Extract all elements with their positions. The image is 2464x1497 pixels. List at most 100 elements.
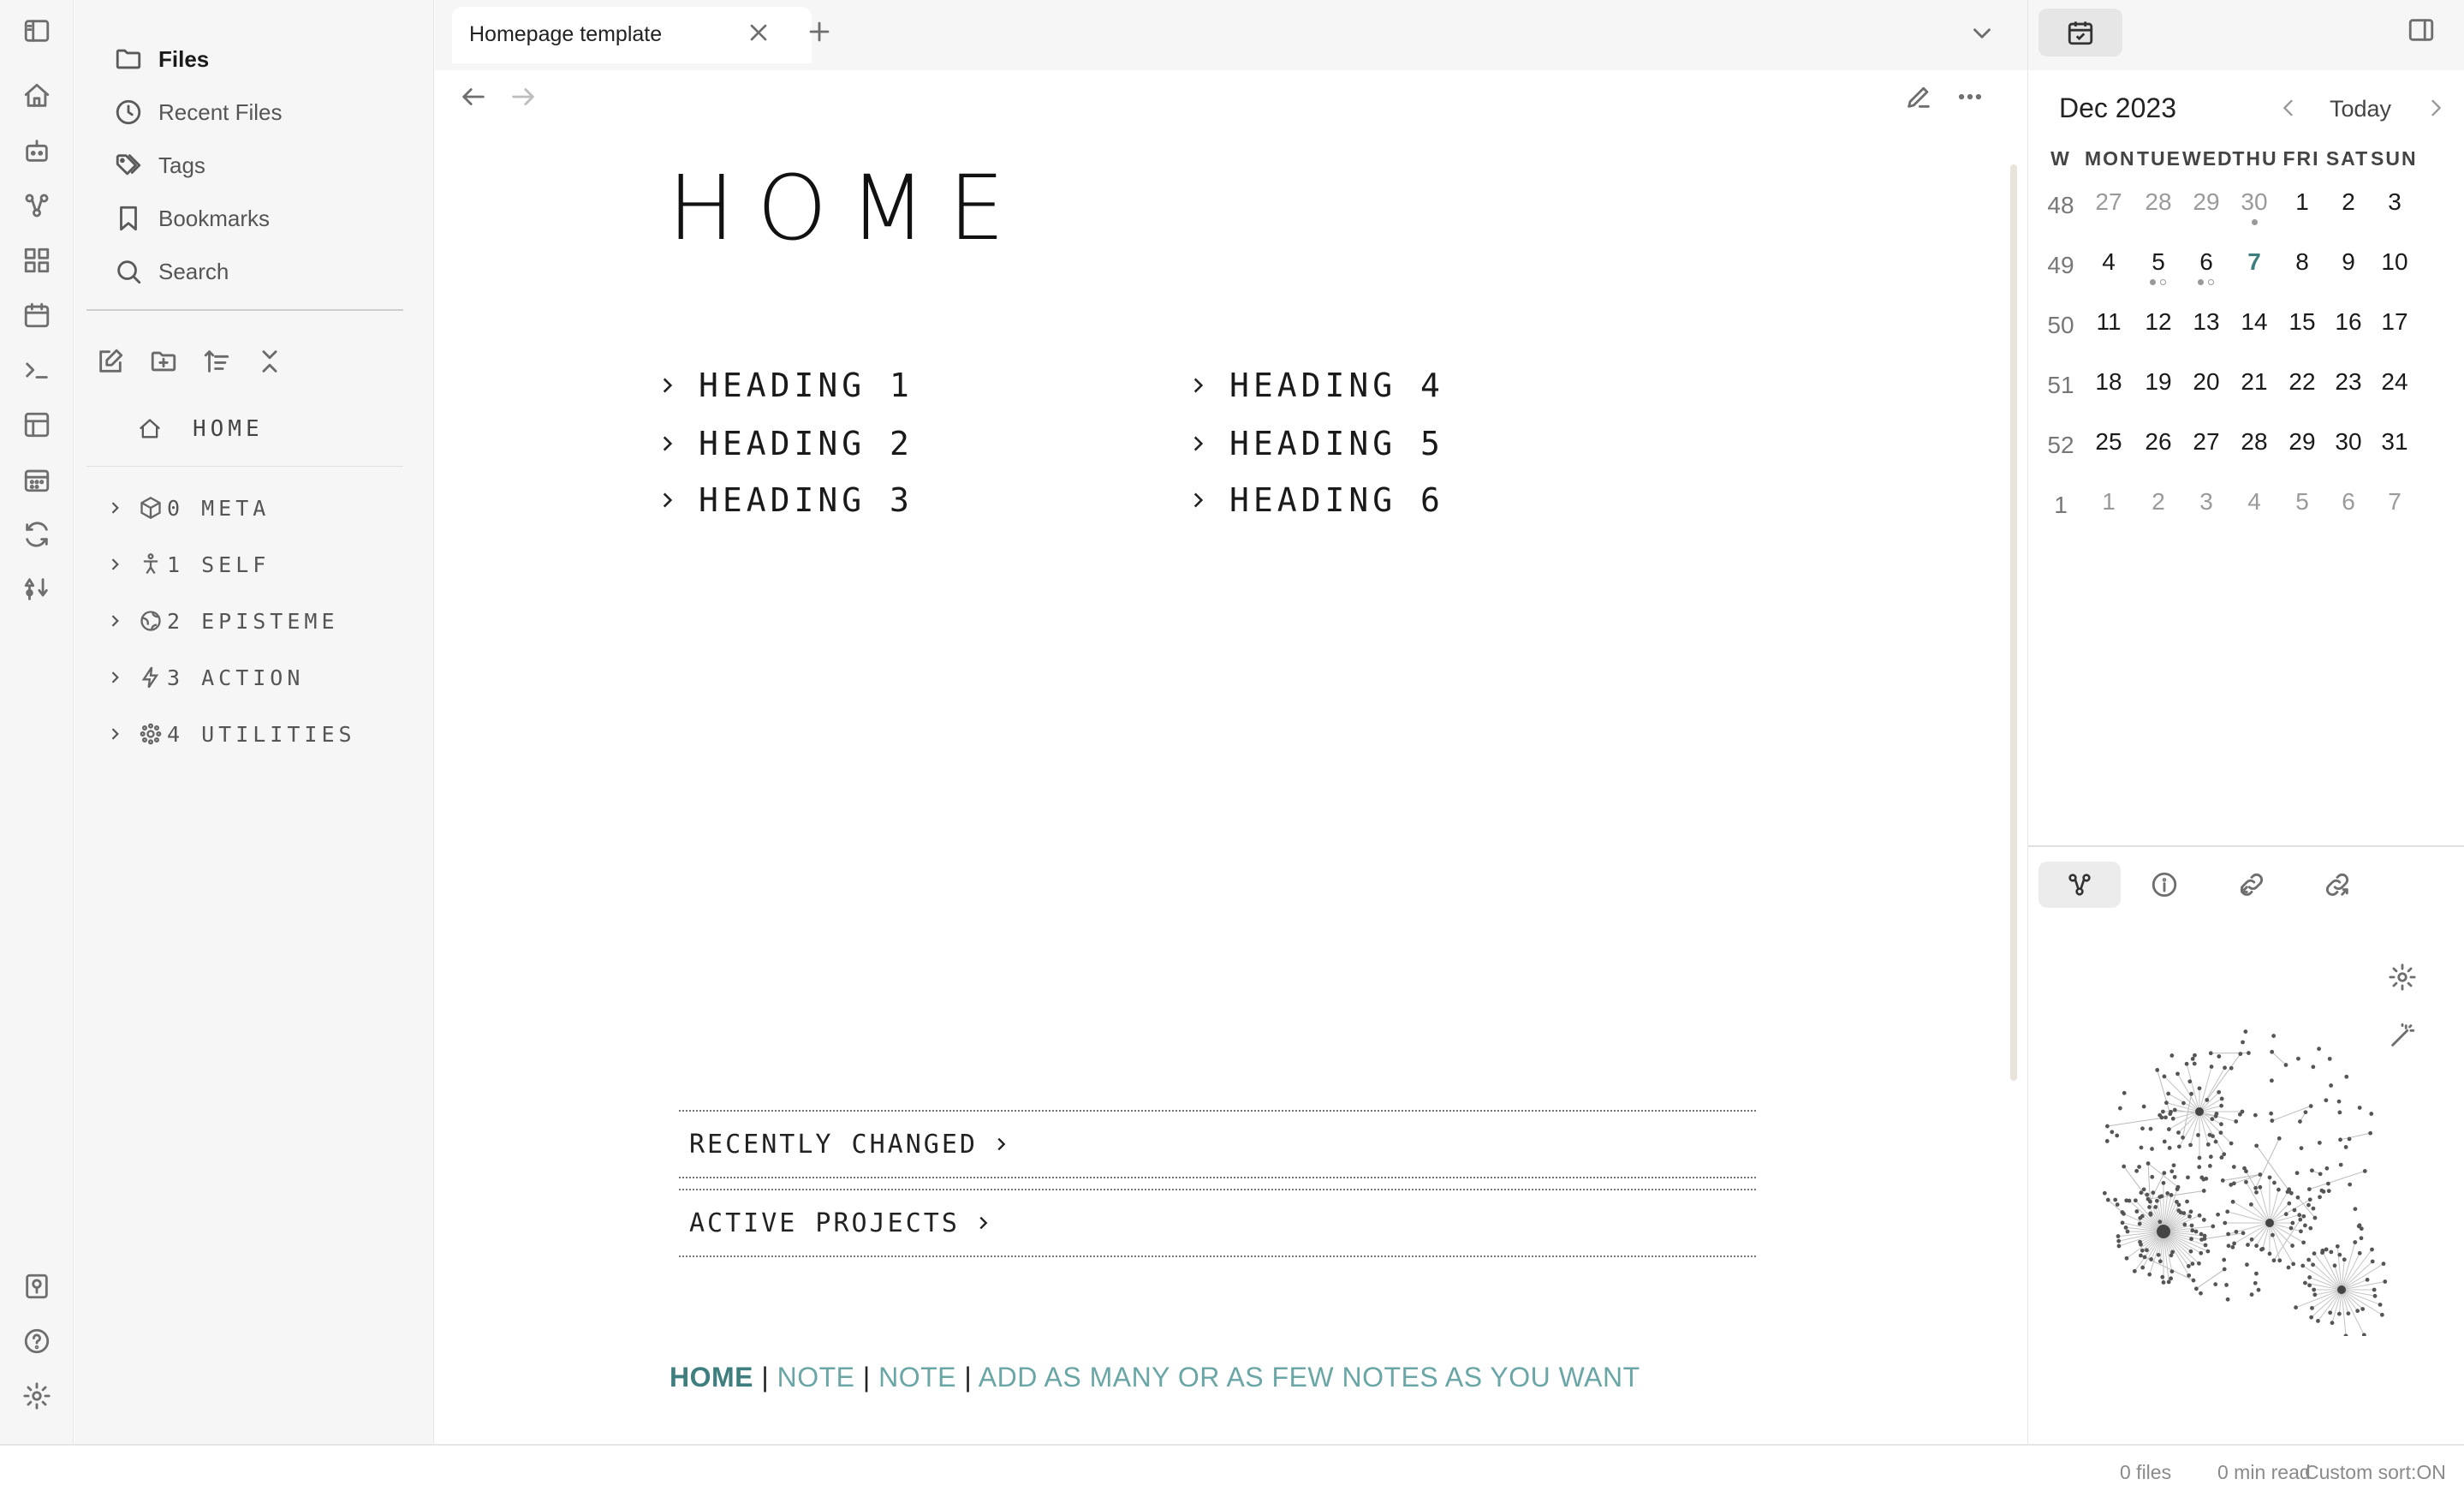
chevron-right-icon[interactable] (102, 612, 128, 629)
calendar-day[interactable]: 4 (2230, 488, 2278, 516)
footer-home-link[interactable]: HOME (670, 1362, 753, 1393)
tab-list-chevron-icon[interactable] (1967, 19, 1997, 48)
graph-view-icon[interactable] (18, 187, 56, 224)
home-icon[interactable] (18, 77, 56, 115)
calendar-day[interactable]: 1 (2278, 188, 2326, 216)
callout-active-projects[interactable]: ACTIVE PROJECTS (679, 1189, 1756, 1257)
terminal-icon[interactable] (18, 351, 56, 389)
tab-homepage-template[interactable]: Homepage template (452, 7, 812, 63)
heading-link-5[interactable]: HEADING 5 (1187, 425, 1444, 462)
calendar-day[interactable]: 12 (2134, 308, 2182, 336)
sync-icon[interactable] (18, 516, 56, 553)
toggle-right-sidebar-icon[interactable] (2407, 15, 2436, 45)
calendar-day[interactable]: 4 (2085, 248, 2133, 276)
more-options-icon[interactable] (1955, 82, 1985, 111)
info-icon[interactable] (2150, 870, 2179, 899)
calendar-day[interactable]: 28 (2134, 188, 2182, 216)
toggle-left-sidebar-icon[interactable] (18, 12, 56, 50)
footer-extra-link[interactable]: ADD AS MANY OR AS FEW NOTES AS YOU WANT (979, 1362, 1640, 1393)
calendar-day[interactable]: 2 (2324, 188, 2372, 216)
footer-note-link[interactable]: NOTE (878, 1362, 956, 1393)
help-icon[interactable] (18, 1322, 56, 1360)
calendar-day[interactable]: 22 (2278, 368, 2326, 396)
calendar-day[interactable]: 3 (2371, 188, 2419, 216)
new-folder-icon[interactable] (145, 343, 182, 380)
calendar-day[interactable]: 5 (2278, 488, 2326, 516)
calendar-day[interactable]: 1 (2085, 488, 2133, 516)
calendar-day[interactable]: 7 (2371, 488, 2419, 516)
local-graph-tab[interactable] (2038, 862, 2121, 908)
chevron-right-icon[interactable] (102, 669, 128, 686)
calendar-day[interactable]: 28 (2230, 428, 2278, 456)
calendar-today-button[interactable]: Today (2330, 96, 2391, 122)
calendar-next-icon[interactable] (2424, 96, 2448, 120)
daily-notes-icon[interactable] (18, 461, 56, 498)
local-graph-canvas[interactable] (2080, 1019, 2405, 1336)
footer-note-link[interactable]: NOTE (777, 1362, 855, 1393)
nav-bookmarks[interactable]: Bookmarks (114, 197, 270, 240)
home-note-item[interactable]: HOME (138, 408, 264, 450)
new-tab-icon[interactable] (805, 17, 834, 46)
folder-item-self[interactable]: 1 SELF (102, 543, 270, 586)
layout-icon[interactable] (18, 406, 56, 444)
calendar-day[interactable]: 20 (2182, 368, 2230, 396)
calendar-day[interactable]: 6 (2324, 488, 2372, 516)
folder-item-episteme[interactable]: 2 EPISTEME (102, 599, 339, 642)
calendar-day[interactable]: 27 (2182, 428, 2230, 456)
back-arrow-icon[interactable] (459, 82, 488, 111)
calendar-day[interactable]: 29 (2182, 188, 2230, 216)
edit-pencil-icon[interactable] (1904, 82, 1933, 111)
bot-icon[interactable] (18, 132, 56, 170)
calendar-day[interactable]: 10 (2371, 248, 2419, 276)
chevron-right-icon[interactable] (102, 499, 128, 516)
calendar-day[interactable]: 30 (2230, 188, 2278, 216)
folder-item-meta[interactable]: 0 META (102, 486, 270, 529)
calendar-week-number[interactable]: 52 (2037, 432, 2085, 459)
folder-item-utilities[interactable]: 4 UTILITIES (102, 713, 356, 755)
chevron-right-icon[interactable] (102, 725, 128, 743)
calendar-day[interactable]: 13 (2182, 308, 2230, 336)
calendar-day[interactable]: 25 (2085, 428, 2133, 456)
calendar-day[interactable]: 8 (2278, 248, 2326, 276)
calendar-day[interactable]: 5 (2134, 248, 2182, 276)
folder-item-action[interactable]: 3 ACTION (102, 656, 304, 699)
graph-settings-icon[interactable] (2388, 963, 2417, 992)
calendar-day[interactable]: 2 (2134, 488, 2182, 516)
outgoing-links-icon[interactable] (2323, 870, 2352, 899)
calendar-week-number[interactable]: 48 (2037, 192, 2085, 219)
calendar-icon[interactable] (18, 296, 56, 334)
sort-icon[interactable] (18, 570, 56, 608)
heading-link-1[interactable]: HEADING 1 (656, 367, 914, 404)
backlinks-icon[interactable] (2237, 870, 2266, 899)
settings-icon[interactable] (18, 1377, 56, 1415)
calendar-week-number[interactable]: 49 (2037, 252, 2085, 279)
calendar-day[interactable]: 15 (2278, 308, 2326, 336)
calendar-day[interactable]: 11 (2085, 308, 2133, 336)
calendar-day[interactable]: 7 (2230, 248, 2278, 276)
heading-link-3[interactable]: HEADING 3 (656, 481, 914, 519)
dashboard-icon[interactable] (18, 242, 56, 279)
nav-tags[interactable]: Tags (114, 144, 205, 187)
calendar-day[interactable]: 27 (2085, 188, 2133, 216)
calendar-day[interactable]: 17 (2371, 308, 2419, 336)
heading-link-6[interactable]: HEADING 6 (1187, 481, 1444, 519)
calendar-day[interactable]: 29 (2278, 428, 2326, 456)
sort-order-icon[interactable] (198, 343, 235, 380)
calendar-day[interactable]: 18 (2085, 368, 2133, 396)
calendar-week-number[interactable]: 1 (2037, 492, 2085, 519)
calendar-day[interactable]: 16 (2324, 308, 2372, 336)
heading-link-4[interactable]: HEADING 4 (1187, 367, 1444, 404)
calendar-week-number[interactable]: 51 (2037, 372, 2085, 399)
calendar-day[interactable]: 6 (2182, 248, 2230, 276)
calendar-prev-icon[interactable] (2277, 96, 2300, 120)
calendar-week-number[interactable]: 50 (2037, 312, 2085, 339)
vault-switcher-icon[interactable] (18, 1267, 56, 1305)
calendar-day[interactable]: 9 (2324, 248, 2372, 276)
nav-recent-files[interactable]: Recent Files (114, 91, 283, 134)
close-icon[interactable] (745, 19, 772, 46)
forward-arrow-icon[interactable] (509, 82, 538, 111)
callout-recently-changed[interactable]: RECENTLY CHANGED (679, 1110, 1756, 1178)
chevron-right-icon[interactable] (102, 556, 128, 573)
calendar-day[interactable]: 26 (2134, 428, 2182, 456)
scrollbar[interactable] (2010, 164, 2017, 1081)
